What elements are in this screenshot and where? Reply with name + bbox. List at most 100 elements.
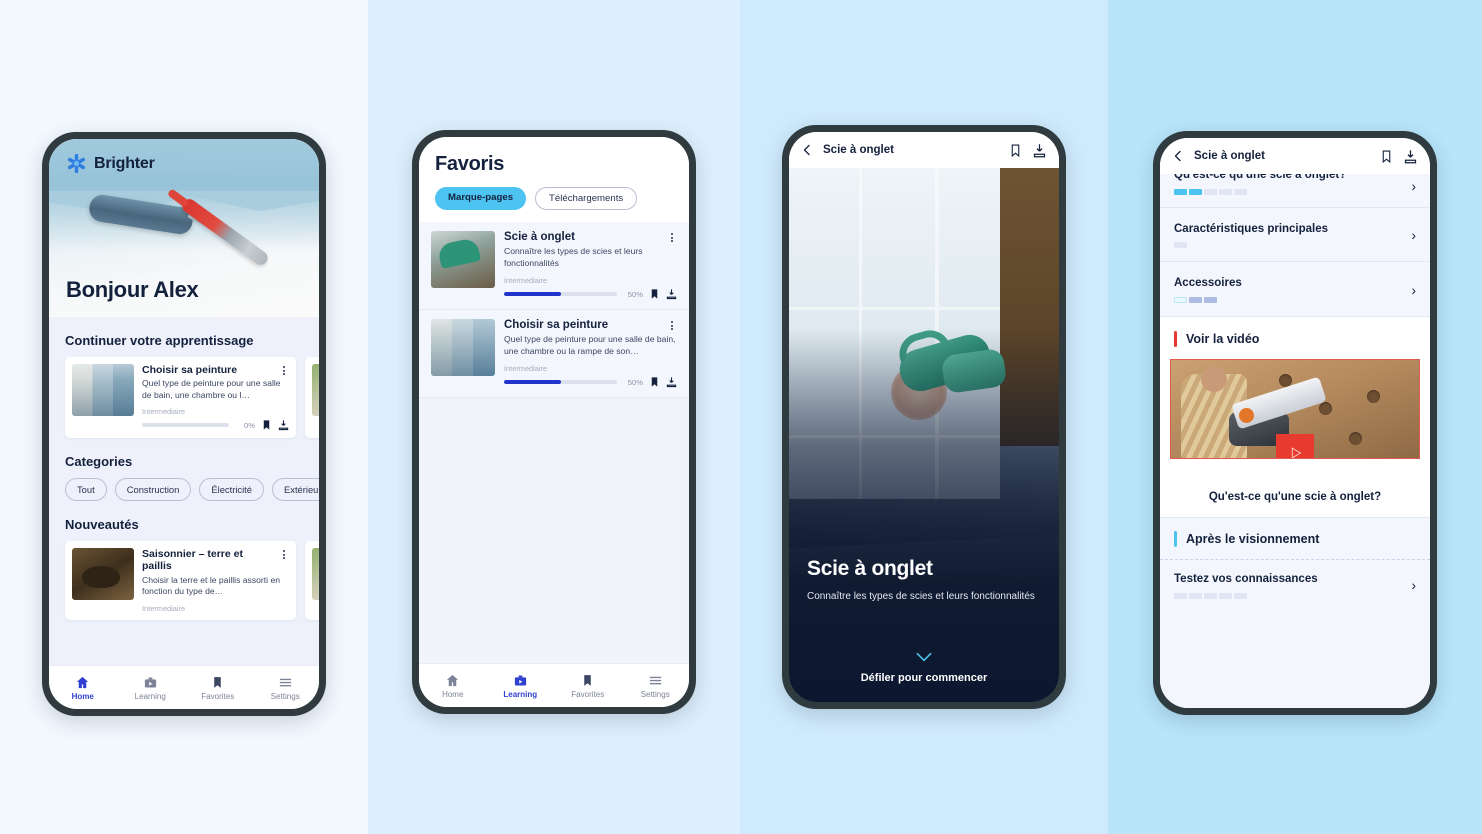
category-chip-electricite[interactable]: Électricité [199,478,264,502]
list-item[interactable]: Scie à onglet Connaître les types de sci… [419,222,689,311]
more-options-icon[interactable] [666,319,677,331]
item-title: Scie à onglet [504,231,575,243]
nav-tab-settings[interactable]: Settings [252,674,320,701]
course-toc-list[interactable]: Qu'est-ce qu'une scie à onglet? › Caract… [1160,174,1430,708]
favorites-list[interactable]: Scie à onglet Connaître les types de sci… [419,222,689,663]
download-icon[interactable] [1032,143,1047,158]
cover-title: Scie à onglet [807,556,933,580]
brand-name: Brighter [94,154,155,172]
bookmark-icon[interactable] [649,288,660,300]
continue-card-strip[interactable]: Choisir sa peinture Quel type de peintur… [49,357,319,439]
progress-segments [1174,242,1403,249]
nav-label: Home [442,690,464,699]
after-section-title: Après le visionnement [1186,532,1320,546]
home-icon [77,676,89,688]
category-chip-row[interactable]: Tout Construction Électricité Extérieur [49,478,319,502]
nav-tab-home[interactable]: Home [419,672,487,699]
segment-bookmarks[interactable]: Marque-pages [435,187,527,210]
phone-frame-course-toc: Scie à onglet Qu'est-ce qu'une scie à on… [1153,131,1437,715]
back-chevron-icon[interactable] [801,143,813,157]
new-card-strip[interactable]: Saisonnier – terre et paillis Choisir la… [49,541,319,620]
item-description: Connaître les types de scies et leurs fo… [504,246,643,268]
course-cover-image: Scie à onglet Connaître les types de sci… [789,168,1059,702]
nav-label: Settings [640,690,670,699]
back-chevron-icon[interactable] [1172,149,1184,163]
bookmark-icon[interactable] [649,376,660,388]
progress-bar [142,423,229,428]
chevron-right-icon: › [1411,177,1416,194]
list-item[interactable]: Choisir sa peinture Quel type de peintur… [419,310,689,399]
more-options-icon[interactable] [278,548,289,560]
toc-row[interactable]: Caractéristiques principales › [1160,208,1430,263]
cover-subtitle: Connaître les types de scies et leurs fo… [807,590,1035,602]
nav-tab-favorites[interactable]: Favorites [554,672,622,699]
nav-tab-home[interactable]: Home [49,674,117,701]
course-card-peek[interactable] [305,541,319,620]
progress-segments [1174,296,1403,303]
toc-row[interactable]: Accessoires › [1160,262,1430,317]
toc-row[interactable]: Qu'est-ce qu'une scie à onglet? › [1160,174,1430,208]
screen-course-cover: Scie à onglet Scie à onglet Connaître le… [789,132,1059,702]
progress-segments [1174,592,1403,599]
section-title-new: Nouveautés [65,517,139,533]
nav-tab-learning[interactable]: Learning [487,672,555,699]
course-card[interactable]: Saisonnier – terre et paillis Choisir la… [65,541,296,620]
bookmark-icon[interactable] [1009,143,1022,158]
screen-favorites: Favoris Marque-pages Téléchargements Sci… [419,137,689,707]
download-icon[interactable] [1403,149,1418,164]
course-description: Choisir la terre et le paillis assorti e… [142,574,281,597]
video-section-title: Voir la vidéo [1186,331,1260,346]
bookmark-icon[interactable] [1380,149,1393,164]
item-thumbnail [431,231,495,288]
brand-logo: Brighter [66,153,155,174]
download-icon[interactable] [666,288,677,300]
course-thumbnail [312,364,319,416]
progress-bar [504,380,617,385]
section-title-categories: Categories [65,454,133,470]
video-section-header: Voir la vidéo [1160,316,1430,359]
cover-copy: Scie à onglet Connaître les types de sci… [807,557,1041,605]
course-card-peek[interactable] [305,357,319,439]
toc-row-title: Qu'est-ce qu'une scie à onglet? [1174,174,1347,182]
phone-frame-home: Brighter Bonjour Alex Continuer votre ap… [42,132,326,716]
item-level: Intermediaire [504,364,548,374]
bottom-navigation[interactable]: Home Learning Favorites Settings [49,665,319,709]
category-chip-tout[interactable]: Tout [65,478,107,502]
download-icon[interactable] [666,376,677,388]
category-chip-construction[interactable]: Construction [114,478,192,502]
more-options-icon[interactable] [278,364,289,376]
nav-tab-favorites[interactable]: Favorites [184,674,252,701]
course-card[interactable]: Choisir sa peinture Quel type de peintur… [65,357,296,439]
chevron-down-icon [916,652,932,662]
phone-frame-favorites: Favoris Marque-pages Téléchargements Sci… [412,130,696,714]
favorites-segmented-control[interactable]: Marque-pages Téléchargements [419,187,689,222]
more-options-icon[interactable] [666,231,677,243]
download-icon[interactable] [278,419,289,431]
bookmark-icon [584,674,591,686]
home-scroll-body[interactable]: Continuer votre apprentissage Choisir sa… [49,317,319,665]
section-accent-rule [1174,330,1177,347]
toc-row[interactable]: Testez vos connaissances › [1160,560,1430,611]
progress-percent: 0% [244,420,255,430]
category-chip-exterieur[interactable]: Extérieur [272,478,319,502]
menu-icon [649,676,661,684]
progress-percent: 50% [627,377,643,387]
course-description: Quel type de peinture pour une salle de … [142,378,281,400]
scroll-to-start[interactable]: Défiler pour commencer [789,649,1059,684]
bottom-navigation[interactable]: Home Learning Favorites Settings [419,663,689,707]
progress-bar [504,292,617,297]
play-button[interactable] [1276,434,1314,458]
item-description: Quel type de peinture pour une salle de … [504,334,676,356]
nav-label: Favorites [201,692,235,701]
screen-course-toc: Scie à onglet Qu'est-ce qu'une scie à on… [1160,138,1430,708]
item-thumbnail [431,319,495,377]
nav-tab-settings[interactable]: Settings [622,672,690,699]
video-thumbnail[interactable] [1170,359,1420,459]
chevron-right-icon: › [1411,281,1416,298]
toc-row-title: Caractéristiques principales [1174,223,1329,235]
video-player-wrap[interactable] [1160,359,1430,469]
nav-label: Favorites [571,690,605,699]
nav-tab-learning[interactable]: Learning [117,674,185,701]
segment-downloads[interactable]: Téléchargements [535,187,638,210]
bookmark-icon[interactable] [261,419,272,431]
